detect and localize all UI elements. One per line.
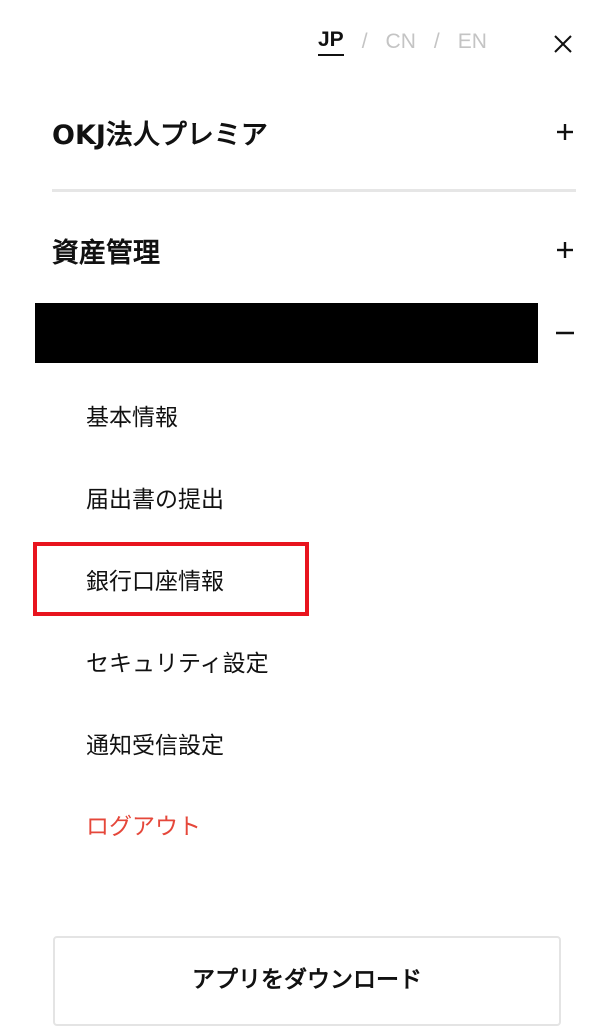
- logout-link[interactable]: ログアウト: [86, 807, 201, 841]
- submenu-bank-account[interactable]: 銀行口座情報: [86, 562, 224, 596]
- plus-icon[interactable]: [554, 239, 576, 261]
- lang-en[interactable]: EN: [458, 30, 487, 54]
- download-app-button[interactable]: アプリをダウンロード: [53, 936, 561, 1026]
- section-title-assets: 資産管理: [52, 237, 160, 269]
- minus-icon[interactable]: [554, 322, 576, 344]
- submenu-submit-notice[interactable]: 届出書の提出: [86, 480, 224, 514]
- lang-separator: /: [361, 30, 368, 53]
- lang-separator: /: [433, 30, 440, 53]
- menu-section-premier[interactable]: OKJ法人プレミア: [52, 112, 576, 152]
- section-title-premier: OKJ法人プレミア: [52, 119, 268, 151]
- close-icon: [554, 35, 572, 53]
- section-divider: [52, 189, 576, 192]
- menu-section-assets[interactable]: 資産管理: [52, 230, 576, 270]
- language-switcher: JP / CN / EN: [318, 28, 487, 56]
- submenu-basic-info[interactable]: 基本情報: [86, 398, 178, 432]
- redacted-section-title: [35, 303, 538, 363]
- lang-cn[interactable]: CN: [386, 30, 416, 54]
- menu-section-account[interactable]: [35, 303, 576, 363]
- download-app-label: アプリをダウンロード: [192, 967, 422, 993]
- lang-jp[interactable]: JP: [318, 28, 344, 56]
- submenu-notifications[interactable]: 通知受信設定: [86, 726, 224, 760]
- submenu-security[interactable]: セキュリティ設定: [86, 644, 269, 678]
- close-button[interactable]: [549, 30, 577, 58]
- plus-icon[interactable]: [554, 121, 576, 143]
